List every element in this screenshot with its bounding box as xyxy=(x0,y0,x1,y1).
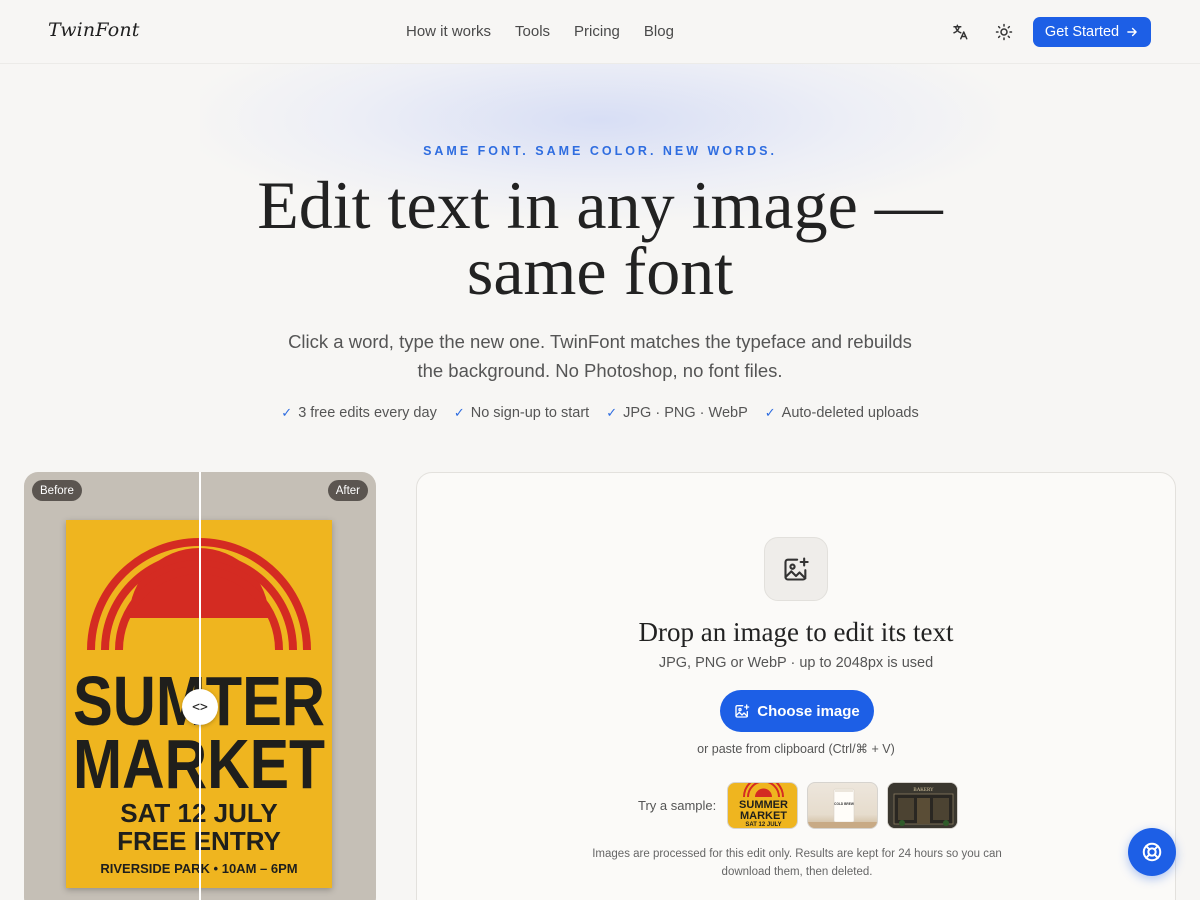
sample-bakery-label: BAKERY xyxy=(914,788,935,793)
privacy-note: Images are processed for this edit only.… xyxy=(577,845,1017,881)
privacy-line1: Images are processed for this edit only.… xyxy=(592,848,1002,860)
feature-list: ✓ 3 free edits every day ✓ No sign-up to s… xyxy=(0,405,1200,421)
arrow-right-icon xyxy=(1127,27,1137,37)
feature-label: Auto-deleted uploads xyxy=(781,405,919,421)
privacy-line2: download them, then deleted. xyxy=(721,866,873,878)
sample-poster-line3: SAT 12 JULY xyxy=(746,822,782,828)
upload-dropzone[interactable]: Drop an image to edit its text JPG, PNG … xyxy=(416,472,1176,900)
feature-label: JPG · PNG · WebP xyxy=(623,405,748,421)
choose-image-button[interactable]: Choose image xyxy=(720,690,874,732)
sample-coffee-label: COLD BREW xyxy=(834,802,854,806)
feature-label: 3 free edits every day xyxy=(298,405,437,421)
choose-image-label: Choose image xyxy=(757,702,860,720)
nav-link-tools[interactable]: Tools xyxy=(515,23,550,40)
hero-subtitle-line1: Click a word, type the new one. TwinFont… xyxy=(288,331,912,352)
hero-subtitle: Click a word, type the new one. TwinFont… xyxy=(260,327,940,385)
get-started-label: Get Started xyxy=(1044,24,1120,40)
dropzone-subtitle: JPG, PNG or WebP · up to 2048px is used xyxy=(658,655,934,671)
sample-poster-line2: MARKET xyxy=(740,810,787,822)
nav-link-pricing[interactable]: Pricing xyxy=(574,23,620,40)
nav-links: How it works Tools Pricing Blog xyxy=(406,23,674,40)
sample-thumbnail-bakery[interactable]: BAKERY xyxy=(887,782,959,829)
sample-thumbnail-poster[interactable]: SUMMER MARKET SAT 12 JULY xyxy=(727,782,799,829)
check-icon: ✓ xyxy=(606,405,618,420)
feature-item: ✓ JPG · PNG · WebP xyxy=(606,405,748,421)
hero-eyebrow: SAME FONT. SAME COLOR. NEW WORDS. xyxy=(423,144,777,158)
lifebuoy-icon xyxy=(1142,842,1162,862)
dropzone-title: Drop an image to edit its text xyxy=(638,617,954,647)
check-icon: ✓ xyxy=(281,405,293,420)
slider-divider[interactable] xyxy=(199,472,201,900)
feature-item: ✓ 3 free edits every day xyxy=(281,405,437,421)
feature-label: No sign-up to start xyxy=(470,405,590,421)
get-started-button[interactable]: Get Started xyxy=(1033,17,1151,47)
nav-link-how-it-works[interactable]: How it works xyxy=(406,23,491,40)
check-icon: ✓ xyxy=(453,405,465,420)
translate-icon[interactable] xyxy=(948,20,972,44)
before-label: Before xyxy=(32,480,82,501)
hero-subtitle-line2: the background. No Photoshop, no font fi… xyxy=(417,360,783,381)
image-plus-icon xyxy=(764,537,828,601)
feature-item: ✓ No sign-up to start xyxy=(454,405,589,421)
sample-thumbnail-coffee-bag[interactable]: COLD BREW xyxy=(807,782,879,829)
hero-title: Edit text in any image — same font xyxy=(200,171,1000,305)
sun-icon[interactable] xyxy=(992,20,1016,44)
nav-link-blog[interactable]: Blog xyxy=(644,23,674,40)
after-label: After xyxy=(327,480,368,501)
paste-hint: or paste from clipboard (Ctrl/⌘ + V) xyxy=(697,742,895,756)
logo[interactable]: TwinFont xyxy=(48,19,140,41)
before-after-slider[interactable]: SUMTER MARKET SAT 12 JULY FREE ENTRY RIV… xyxy=(24,472,376,900)
image-upload-icon xyxy=(735,704,750,718)
hero-title-line1: Edit text in any image — xyxy=(257,167,943,243)
feature-item: ✓ Auto-deleted uploads xyxy=(765,405,919,421)
top-nav: TwinFont How it works Tools Pricing Blog… xyxy=(0,0,1200,64)
check-icon: ✓ xyxy=(764,405,776,420)
help-button[interactable] xyxy=(1128,828,1176,876)
slider-handle[interactable]: <> xyxy=(182,689,218,725)
hero-title-line2: same font xyxy=(466,233,734,309)
sample-row: Try a sample: SUMMER MARKET SAT 12 JULY … xyxy=(638,782,959,829)
sample-label: Try a sample: xyxy=(638,798,717,813)
